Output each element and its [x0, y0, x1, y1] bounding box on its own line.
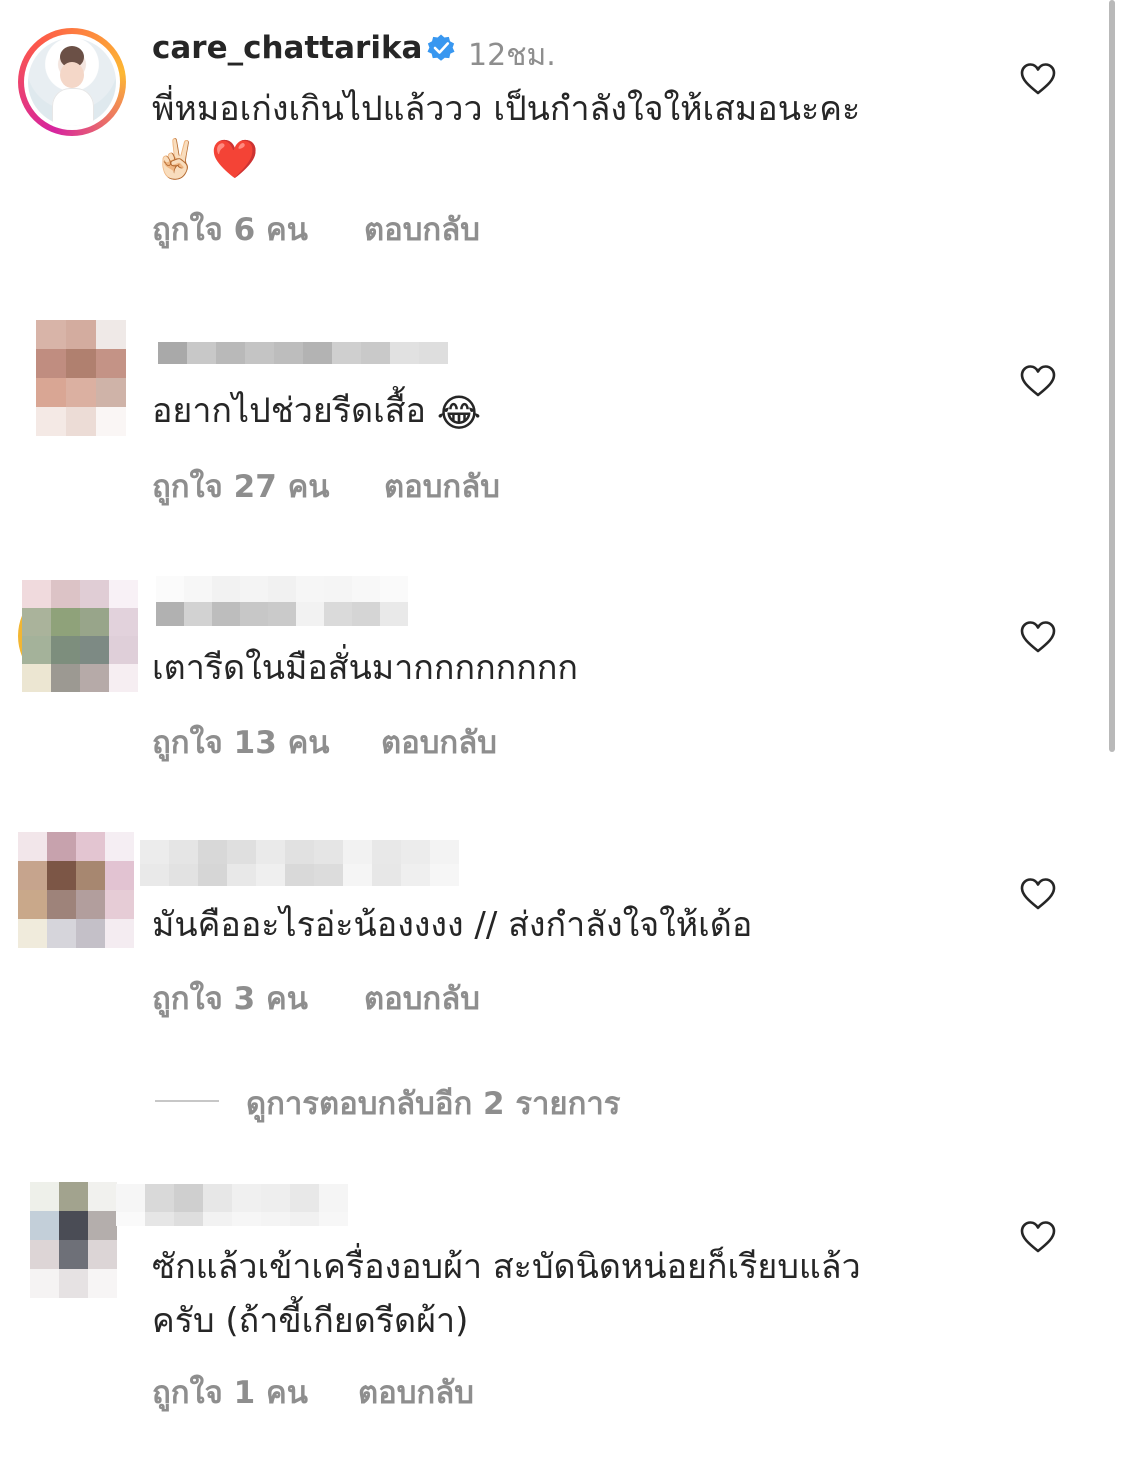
- likes-count[interactable]: ถูกใจ 1 คน: [152, 1367, 308, 1417]
- heart-outline-icon[interactable]: [1020, 364, 1056, 398]
- comment-text: ซักแล้วเข้าเครื่องอบผ้า สะบัดนิดหน่อยก็เ…: [152, 1247, 861, 1287]
- comment-emoji: ✌🏻 ❤️: [152, 137, 259, 181]
- likes-count[interactable]: ถูกใจ 3 คน: [152, 973, 308, 1023]
- scrollbar[interactable]: [1109, 0, 1115, 752]
- username-blurred: [116, 1184, 348, 1226]
- avatar-photo: [28, 38, 116, 126]
- avatar[interactable]: [18, 832, 134, 948]
- username-blurred: [140, 840, 459, 886]
- view-more-replies-label[interactable]: ดูการตอบกลับอีก 2 รายการ: [246, 1078, 620, 1128]
- verified-badge-icon: [427, 34, 455, 61]
- comment-username[interactable]: care_chattarika: [152, 30, 422, 66]
- comment-text: พี่หมอเก่งเกินไปแล้ววว เป็นกำลังใจให้เสม…: [152, 89, 861, 129]
- reply-button[interactable]: ตอบกลับ: [384, 461, 500, 511]
- avatar[interactable]: [36, 320, 126, 436]
- comment-text: เตารีดในมือสั่นมากกกกกกกก: [152, 648, 578, 688]
- username-blurred: [156, 576, 408, 626]
- heart-outline-icon[interactable]: [1020, 877, 1056, 911]
- reply-button[interactable]: ตอบกลับ: [364, 204, 480, 254]
- heart-outline-icon[interactable]: [1020, 620, 1056, 654]
- reply-button[interactable]: ตอบกลับ: [381, 717, 497, 767]
- comment-timestamp: 12ชม.: [468, 38, 556, 73]
- avatar[interactable]: [18, 28, 130, 140]
- reply-button[interactable]: ตอบกลับ: [364, 973, 480, 1023]
- username-blurred: [158, 342, 448, 364]
- likes-count[interactable]: ถูกใจ 6 คน: [152, 204, 308, 254]
- comment-text: มันคืออะไรอ่ะน้องงงง // ส่งกำลังใจให้เด้…: [152, 905, 753, 945]
- comments-page: care_chattarika 12ชม. พี่หมอเก่งเกินไปแล…: [0, 0, 1124, 1460]
- reply-button[interactable]: ตอบกลับ: [358, 1367, 474, 1417]
- comment-text-line2: ครับ (ถ้าขี้เกียดรีดผ้า): [152, 1301, 469, 1341]
- comment-text: อยากไปช่วยรีดเสื้อ 😂: [152, 384, 481, 440]
- heart-outline-icon[interactable]: [1020, 62, 1056, 96]
- heart-outline-icon[interactable]: [1020, 1220, 1056, 1254]
- avatar[interactable]: [30, 1182, 117, 1298]
- likes-count[interactable]: ถูกใจ 27 คน: [152, 461, 330, 511]
- replies-divider-line: [155, 1100, 219, 1102]
- laughing-emoji: 😂: [436, 390, 482, 435]
- avatar[interactable]: [22, 580, 138, 692]
- likes-count[interactable]: ถูกใจ 13 คน: [152, 717, 330, 767]
